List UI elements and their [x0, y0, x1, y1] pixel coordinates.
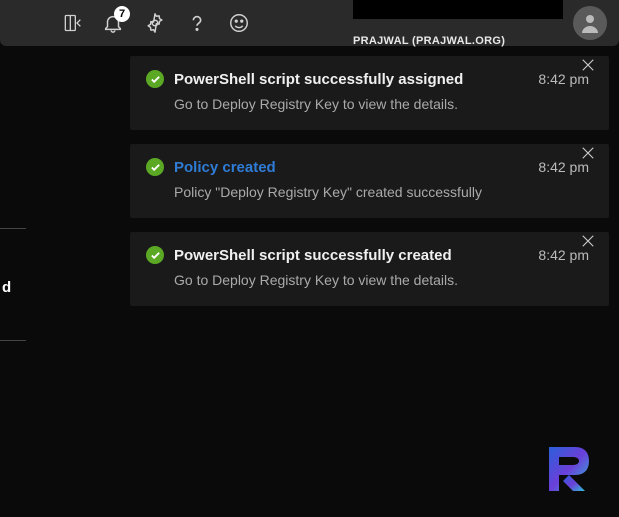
- brand-logo: [537, 439, 597, 499]
- close-icon[interactable]: [575, 140, 601, 166]
- check-icon: [146, 158, 164, 176]
- filter-icon[interactable]: [62, 13, 82, 33]
- notification-item: PowerShell script successfully created 8…: [130, 232, 609, 306]
- notification-item: PowerShell script successfully assigned …: [130, 56, 609, 130]
- check-icon: [146, 70, 164, 88]
- help-icon[interactable]: [186, 12, 208, 34]
- close-icon[interactable]: [575, 52, 601, 78]
- bell-icon[interactable]: 7: [102, 12, 124, 34]
- gear-icon[interactable]: [144, 12, 166, 34]
- toolbar-icons: 7: [12, 12, 250, 34]
- notification-body: Go to Deploy Registry Key to view the de…: [146, 272, 593, 288]
- divider: [0, 340, 26, 341]
- notification-body: Policy "Deploy Registry Key" created suc…: [146, 184, 593, 200]
- close-icon[interactable]: [575, 228, 601, 254]
- notification-title-link[interactable]: Policy created: [174, 159, 528, 176]
- sidebar-char: d: [0, 279, 26, 296]
- notifications-panel: PowerShell script successfully assigned …: [130, 56, 609, 306]
- username-label: PRAJWAL (PRAJWAL.ORG): [353, 35, 563, 47]
- redacted-box: [353, 0, 563, 19]
- smile-icon[interactable]: [228, 12, 250, 34]
- notification-item: Policy created 8:42 pm Policy "Deploy Re…: [130, 144, 609, 218]
- user-area: PRAJWAL (PRAJWAL.ORG): [353, 0, 607, 47]
- check-icon: [146, 246, 164, 264]
- notification-body: Go to Deploy Registry Key to view the de…: [146, 96, 593, 112]
- top-bar: 7 PRAJWAL (PRAJWAL.ORG): [0, 0, 619, 46]
- divider: [0, 228, 26, 229]
- avatar[interactable]: [573, 6, 607, 40]
- notification-title: PowerShell script successfully created: [174, 247, 528, 264]
- sidebar-fragment: d: [0, 228, 26, 391]
- notification-badge: 7: [114, 6, 130, 22]
- notification-title: PowerShell script successfully assigned: [174, 71, 528, 88]
